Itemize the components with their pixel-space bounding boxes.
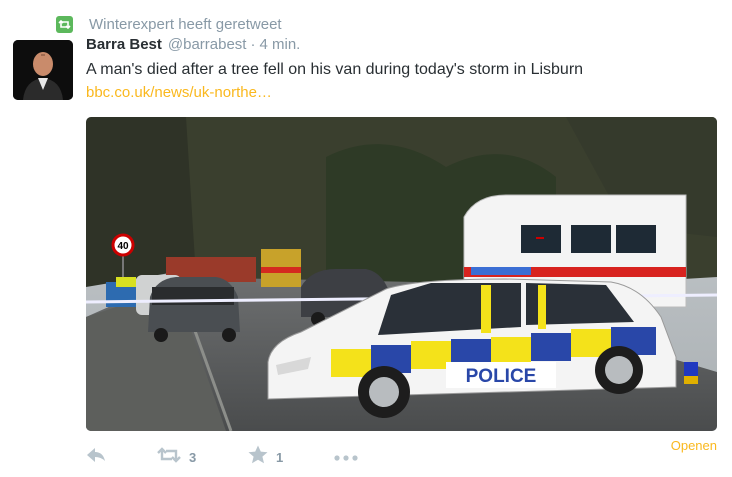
retweet-context-text[interactable]: Winterexpert heeft geretweet	[89, 16, 282, 33]
tweet-photo[interactable]: 40 POLICE	[86, 117, 717, 431]
separator: ·	[250, 36, 256, 53]
police-text: POLICE	[466, 366, 537, 387]
tweet-link[interactable]: bbc.co.uk/news/uk-northe…	[86, 84, 272, 101]
favorite-button[interactable]: 1	[248, 444, 283, 470]
open-link[interactable]: Openen	[671, 438, 717, 453]
speed-sign-number: 40	[117, 241, 129, 252]
retweet-count: 3	[189, 449, 197, 465]
retweet-action-icon	[157, 446, 181, 468]
reply-icon	[86, 447, 106, 468]
tweet-text: A man's died after a tree fell on his va…	[86, 61, 584, 78]
retweet-icon	[56, 15, 73, 33]
tweet-header: Barra Best @barrabest · 4 min.	[86, 36, 300, 58]
timestamp[interactable]: 4 min.	[259, 36, 300, 53]
more-button[interactable]	[334, 444, 358, 470]
fullname[interactable]: Barra Best	[86, 36, 162, 53]
star-icon	[248, 445, 268, 469]
favorite-count: 1	[276, 449, 284, 465]
retweet-context: Winterexpert heeft geretweet	[56, 14, 282, 34]
avatar[interactable]	[13, 40, 73, 100]
more-icon	[334, 448, 358, 466]
retweet-button[interactable]: 3	[157, 444, 196, 470]
reply-button[interactable]	[86, 444, 106, 470]
username[interactable]: @barrabest	[168, 36, 247, 53]
